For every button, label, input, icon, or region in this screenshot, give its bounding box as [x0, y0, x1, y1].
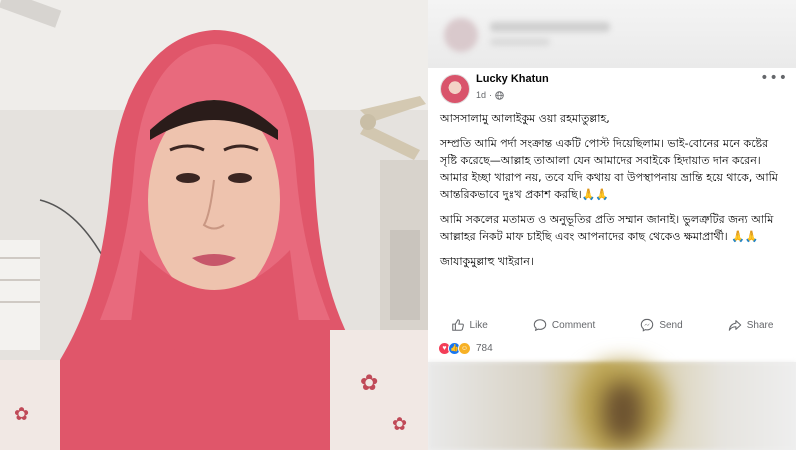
- like-button[interactable]: Like: [451, 318, 488, 332]
- haha-reaction-icon: ☺: [458, 342, 471, 355]
- meta-separator: ·: [489, 90, 493, 100]
- share-arrow-icon: [728, 320, 741, 331]
- post-body: আসসালামু আলাইকুম ওয়া রহমাতুল্লাহ, সম্প্…: [440, 110, 788, 278]
- like-label: Like: [469, 319, 488, 331]
- comment-bubble-icon: [533, 319, 547, 332]
- share-button[interactable]: Share: [728, 318, 774, 332]
- messenger-icon: [641, 318, 654, 332]
- post-paragraph: সম্প্রতি আমি পর্দা সংক্রান্ত একটি পোস্ট …: [440, 137, 778, 201]
- blurred-next-post: [428, 362, 796, 450]
- post-meta: 1d ·: [476, 90, 504, 100]
- action-bar: Like Comment Send Share: [428, 314, 796, 336]
- reaction-summary[interactable]: ♥ 👍 ☺ 784: [438, 342, 493, 355]
- thumbs-up-icon: [451, 319, 464, 331]
- send-label: Send: [659, 319, 683, 331]
- author-avatar[interactable]: [440, 74, 470, 104]
- more-options-icon[interactable]: •••: [760, 71, 788, 85]
- send-button[interactable]: Send: [640, 318, 683, 332]
- portrait-illustration: ✿ ✿ ✿: [0, 0, 428, 450]
- share-label: Share: [746, 319, 774, 331]
- post-paragraph: আমি সকলের মতামত ও অনুভূতির প্রতি সম্মান …: [440, 213, 774, 243]
- blurred-previous-post: [428, 0, 796, 68]
- globe-icon: [495, 90, 504, 100]
- comment-button[interactable]: Comment: [533, 318, 595, 332]
- reaction-count: 784: [476, 343, 493, 354]
- svg-text:✿: ✿: [14, 404, 29, 425]
- post-paragraph: আসসালামু আলাইকুম ওয়া রহমাতুল্লাহ,: [440, 112, 610, 125]
- svg-text:✿: ✿: [360, 371, 378, 396]
- svg-text:✿: ✿: [392, 414, 407, 435]
- profile-photo: ✿ ✿ ✿: [0, 0, 428, 450]
- facebook-post-panel: Lucky Khatun 1d · ••• আসসালামু আলাইকুম ও…: [428, 0, 796, 450]
- post-card: Lucky Khatun 1d · ••• আসসালামু আলাইকুম ও…: [428, 68, 796, 362]
- author-name[interactable]: Lucky Khatun: [476, 73, 549, 85]
- comment-label: Comment: [551, 319, 596, 331]
- post-time[interactable]: 1d: [476, 90, 486, 100]
- post-paragraph: জাযাকুমুল্লাহু খাইরান।: [440, 255, 534, 268]
